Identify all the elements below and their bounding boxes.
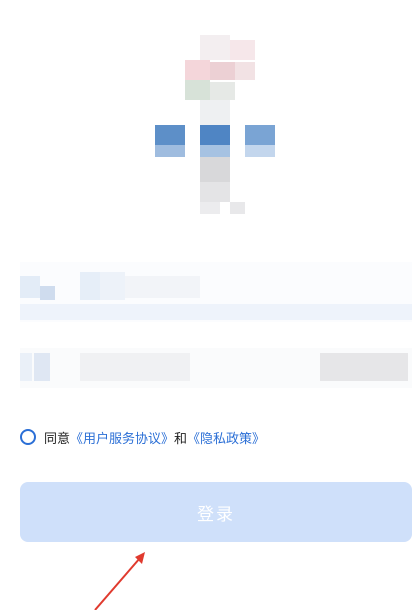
radio-unchecked-icon[interactable] — [20, 429, 36, 445]
password-field[interactable] — [20, 348, 412, 388]
login-button-label: 登录 — [197, 504, 235, 524]
agreement-conjunction: 和 — [174, 431, 188, 447]
account-field[interactable] — [20, 262, 412, 322]
agreement-row: 同意 《用户服务协议》 和 《隐私政策》 — [20, 427, 265, 447]
agreement-prefix: 同意 — [44, 431, 71, 447]
privacy-link[interactable]: 《隐私政策》 — [187, 428, 265, 447]
app-logo-icon — [0, 0, 420, 240]
terms-link[interactable]: 《用户服务协议》 — [70, 428, 174, 447]
login-button[interactable]: 登录 — [20, 482, 412, 542]
